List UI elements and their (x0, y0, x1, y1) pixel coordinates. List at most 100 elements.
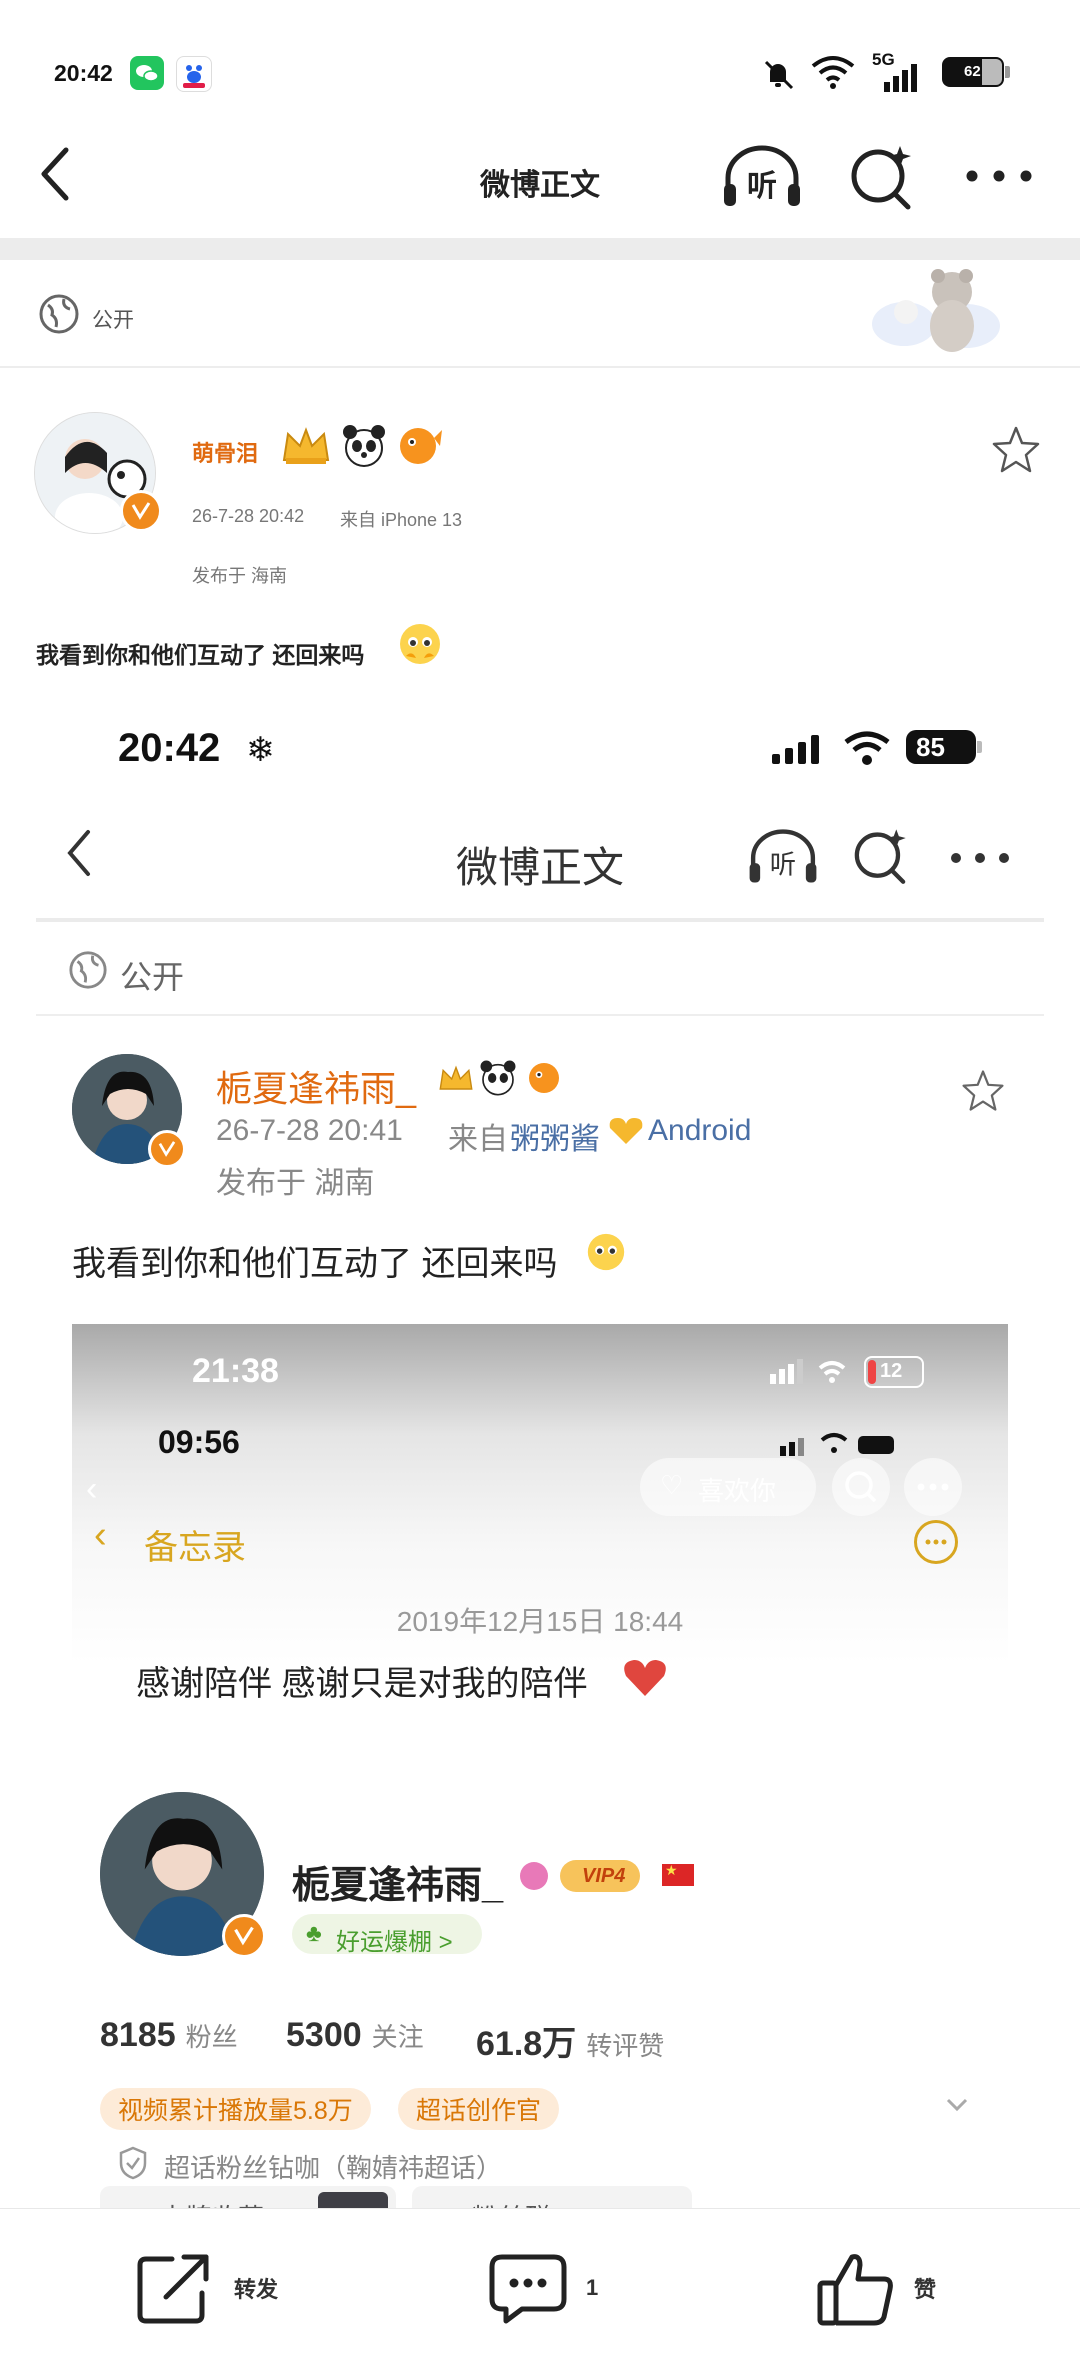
battery-level: 62 (964, 63, 981, 80)
panda-badge-icon (340, 422, 388, 475)
svg-text:听: 听 (747, 169, 777, 204)
embedded-star-icon (960, 1068, 1006, 1119)
nested-screenshot: 21:38 12 09:56 ‹ ♡ 喜欢你 ‹ 备忘录 2019年12月15日… (72, 1324, 1008, 2208)
wifi-icon (808, 52, 858, 97)
embedded-nav-divider (36, 918, 1044, 922)
creator-tag: 超话创作官 (398, 2088, 560, 2130)
embedded-verified-icon (148, 1130, 186, 1168)
nested-like-pill: ♡ 喜欢你 (640, 1458, 816, 1516)
vip-badge: VIP4 (560, 1860, 640, 1892)
signal-icon (882, 62, 922, 97)
embedded-source-prefix: 来自 (448, 1123, 508, 1156)
memo-date: 2019年12月15日 18:44 (396, 1606, 684, 1637)
card-fans-label: 粉丝群 (472, 2198, 550, 2208)
globe-icon (38, 293, 80, 340)
author-name[interactable]: 萌骨泪 (192, 436, 258, 468)
nested-like-label: 喜欢你 (698, 1476, 777, 1506)
post-source: 来自 iPhone 13 (340, 510, 463, 530)
card-collect: 卡牌收藏 (100, 2186, 396, 2208)
post-text: 我看到你和他们互动了 还回来吗 (36, 642, 365, 668)
post-location: 发布于 海南 (192, 566, 288, 586)
embedded-source-os: Android (648, 1114, 752, 1147)
snowflake-icon: ❄ (246, 731, 275, 769)
fans-count: 8185 (100, 2016, 176, 2054)
memo-back-chevron-icon: ‹ (94, 1514, 107, 1556)
likes-stat: 61.8万 转评赞 (476, 2016, 664, 2065)
embedded-panda-icon (478, 1058, 518, 1103)
video-tag: 视频累计播放量5.8万 (100, 2088, 371, 2130)
status-time: 20:42 (54, 60, 113, 86)
embedded-wifi-icon (842, 728, 892, 773)
china-flag-icon: ★ (662, 1862, 694, 1886)
likes-count: 61.8万 (476, 2025, 577, 2063)
listen-button[interactable]: 听 (720, 144, 804, 215)
embedded-fish-icon (524, 1058, 564, 1103)
more-button[interactable] (964, 162, 1034, 197)
nested-search-icon (832, 1458, 890, 1516)
nested-signal-wifi-icon (768, 1356, 858, 1391)
nested-more-icon (904, 1458, 962, 1516)
embedded-battery-icon: 85 (906, 730, 982, 764)
fan-group-label: 超话粉丝钻咖（鞠婧祎超话） (164, 2153, 503, 2183)
repost-button[interactable]: 转发 (136, 2248, 278, 2328)
like-button[interactable]: 赞 (816, 2248, 936, 2328)
nested-profile-name: 栀夏逢祎雨_ (292, 1865, 504, 1907)
page-title: 微博正文 (480, 169, 600, 202)
nested-back-chevron-icon: ‹ (86, 1470, 98, 1508)
hand-heart-icon: ♡ (660, 1470, 684, 1500)
luck-tag-label: 好运爆棚 > (336, 1929, 453, 1956)
nested-verified-icon (222, 1914, 266, 1958)
teddy-bear-decoration (866, 262, 1006, 367)
shield-icon (118, 2146, 148, 2185)
embedded-crown-icon (436, 1060, 476, 1106)
embedded-screenshot[interactable]: 20:42 ❄ 85 微博正文 听 公开 栀夏逢祎雨_ 26-7-28 20:4… (36, 700, 1044, 2208)
comment-button[interactable]: 1 (488, 2248, 598, 2328)
comment-icon (489, 2254, 567, 2324)
fans-label: 粉丝 (185, 2022, 238, 2052)
pink-badge-icon (520, 1862, 548, 1890)
embedded-search-icon (850, 826, 910, 891)
battery-icon: 62 (942, 57, 1010, 87)
creator-tag-label: 超话创作官 (416, 2097, 542, 2125)
search-button[interactable] (846, 142, 916, 217)
svg-text:听: 听 (770, 851, 796, 881)
follow-stat: 5300 关注 (286, 2016, 424, 2055)
likes-label: 转评赞 (586, 2031, 665, 2061)
heart-hands-icon (606, 1114, 646, 1153)
pleading-face-emoji-icon (398, 622, 442, 671)
expand-chevron-icon (942, 2090, 972, 2125)
embedded-timestamp: 26-7-28 20:41 (216, 1114, 403, 1147)
verified-badge-icon (120, 490, 162, 532)
embedded-post-text: 我看到你和他们互动了 还回来吗 (72, 1245, 558, 1283)
card-collect-label: 卡牌收藏 (160, 2198, 264, 2208)
mute-bell-icon (758, 54, 798, 99)
card-fans: 粉丝群 (412, 2186, 692, 2208)
embedded-signal-icon (770, 732, 824, 771)
wechat-icon (130, 56, 164, 90)
embedded-listen-icon: 听 (746, 828, 820, 891)
embedded-battery-level: 85 (916, 732, 945, 762)
nested-battery-outer-icon: 12 (864, 1356, 924, 1388)
video-tag-label: 视频累计播放量5.8万 (118, 2097, 353, 2125)
favorite-star-button[interactable] (990, 424, 1042, 481)
repost-label: 转发 (234, 2277, 279, 2302)
embedded-visibility-label: 公开 (120, 959, 185, 995)
like-label: 赞 (914, 2277, 937, 2302)
embedded-author-name: 栀夏逢祎雨_ (216, 1068, 417, 1109)
follow-count: 5300 (286, 2016, 362, 2054)
luck-tag: ♣ 好运爆棚 > (292, 1914, 482, 1956)
section-divider (0, 366, 1080, 368)
nested-time-outer: 21:38 (192, 1352, 279, 1390)
red-heart-icon (622, 1658, 668, 1703)
fans-stat: 8185 粉丝 (100, 2016, 238, 2055)
comment-count: 1 (586, 2275, 599, 2300)
embedded-source-device: 粥粥酱 (510, 1123, 600, 1156)
nav-divider (0, 238, 1080, 260)
embedded-more-icon (950, 848, 1010, 873)
memo-text: 感谢陪伴 感谢只是对我的陪伴 (136, 1665, 588, 1703)
embedded-location: 发布于 湖南 (216, 1167, 375, 1200)
post-timestamp: 26-7-28 20:42 (192, 506, 305, 526)
visibility-label: 公开 (92, 309, 134, 332)
nested-battery-outer-level: 12 (880, 1360, 903, 1382)
embedded-pleading-emoji-icon (586, 1232, 626, 1277)
